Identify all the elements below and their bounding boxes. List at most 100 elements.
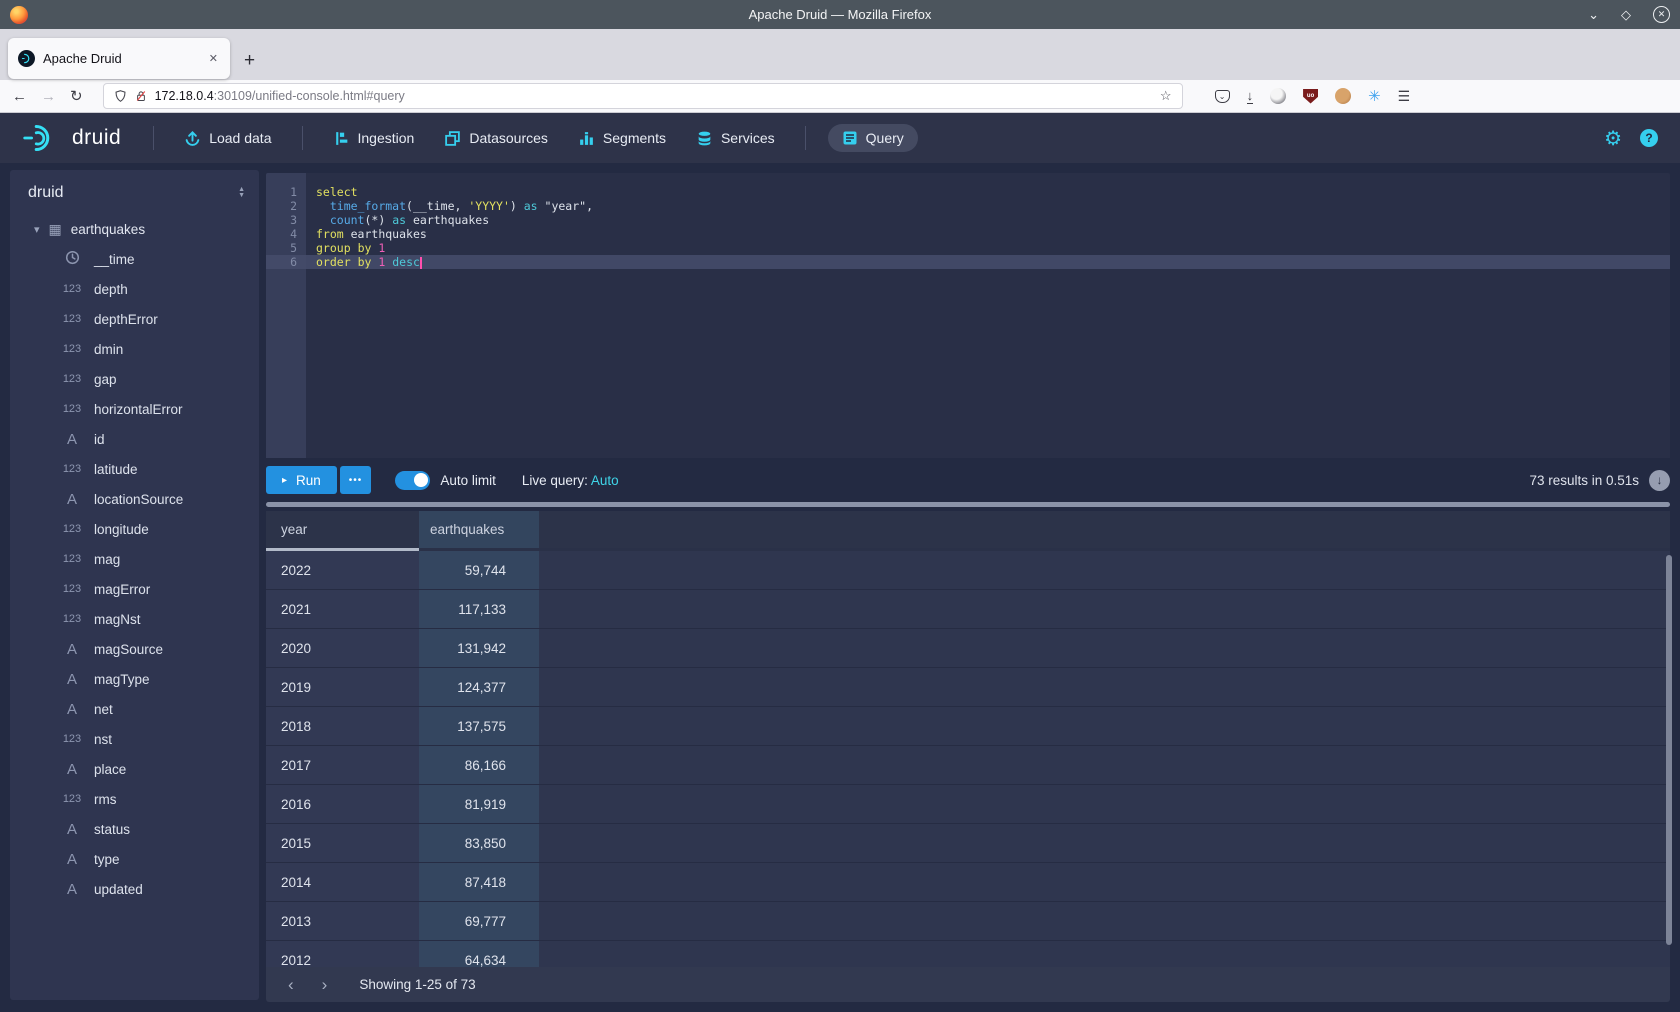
sidebar-column-magNst[interactable]: 123magNst <box>20 604 249 634</box>
chevron-down-icon[interactable]: ▾ <box>34 223 40 236</box>
cell-year[interactable]: 2018 <box>266 707 419 746</box>
datasource-earthquakes[interactable]: ▾ ▦ earthquakes <box>20 214 249 244</box>
sidebar-column-magType[interactable]: AmagType <box>20 664 249 694</box>
extension-spark-icon[interactable]: ✳ <box>1368 89 1381 104</box>
sidebar-column-place[interactable]: Aplace <box>20 754 249 784</box>
ublock-origin-icon[interactable]: uo <box>1303 89 1318 104</box>
bookmark-star-icon[interactable]: ☆ <box>1160 88 1172 104</box>
cell-year[interactable]: 2020 <box>266 629 419 668</box>
menu-hamburger-icon[interactable]: ☰ <box>1398 89 1411 103</box>
sidebar-column-latitude[interactable]: 123latitude <box>20 454 249 484</box>
schema-name: druid <box>28 184 238 202</box>
download-results-icon[interactable]: ↓ <box>1649 470 1670 491</box>
sql-editor[interactable]: 123456 select time_format(__time, 'YYYY'… <box>266 173 1670 458</box>
live-query-value[interactable]: Auto <box>591 473 619 488</box>
cell-year[interactable]: 2012 <box>266 941 419 967</box>
code-line-3[interactable]: count(*) as earthquakes <box>306 213 1670 227</box>
cell-earthquakes[interactable]: 87,418 <box>419 863 539 902</box>
cell-earthquakes[interactable]: 83,850 <box>419 824 539 863</box>
sidebar-column-locationSource[interactable]: AlocationSource <box>20 484 249 514</box>
sidebar-column-magError[interactable]: 123magError <box>20 574 249 604</box>
cell-year[interactable]: 2017 <box>266 746 419 785</box>
sidebar-column-nst[interactable]: 123nst <box>20 724 249 754</box>
sort-icon[interactable]: ▲▼ <box>238 187 245 199</box>
column-header-year[interactable]: year <box>266 511 419 551</box>
sidebar-column-dmin[interactable]: 123dmin <box>20 334 249 364</box>
cell-earthquakes[interactable]: 117,133 <box>419 590 539 629</box>
cell-year[interactable]: 2022 <box>266 551 419 590</box>
cell-earthquakes[interactable]: 137,575 <box>419 707 539 746</box>
horizontal-scrollbar[interactable] <box>266 502 1670 507</box>
new-tab-button[interactable]: + <box>244 50 255 72</box>
tracking-shield-icon[interactable] <box>114 89 127 103</box>
cell-earthquakes[interactable]: 69,777 <box>419 902 539 941</box>
code-line-5[interactable]: group by 1 <box>306 241 1670 255</box>
downloads-icon[interactable]: ↓ <box>1247 89 1254 104</box>
window-close-button[interactable]: ✕ <box>1653 6 1670 23</box>
window-maximize-button[interactable]: ◇ <box>1621 7 1631 23</box>
sidebar-column-mag[interactable]: 123mag <box>20 544 249 574</box>
column-header-filler <box>539 511 1670 551</box>
run-more-button[interactable]: ••• <box>340 466 372 494</box>
cell-year[interactable]: 2014 <box>266 863 419 902</box>
settings-gear-icon[interactable]: ⚙ <box>1604 126 1622 151</box>
url-text[interactable]: 172.18.0.4:30109/unified-console.html#qu… <box>155 89 1152 103</box>
cell-earthquakes[interactable]: 81,919 <box>419 785 539 824</box>
nav-ingestion[interactable]: Ingestion <box>325 124 423 153</box>
cell-year[interactable]: 2016 <box>266 785 419 824</box>
code-line-2[interactable]: time_format(__time, 'YYYY') as "year", <box>306 199 1670 213</box>
url-host: 172.18.0.4 <box>155 89 214 103</box>
tab-close-icon[interactable]: ✕ <box>205 50 222 67</box>
cell-earthquakes[interactable]: 131,942 <box>419 629 539 668</box>
cookie-extension-icon[interactable] <box>1335 88 1351 104</box>
sidebar-column-__time[interactable]: __time <box>20 244 249 274</box>
vertical-scrollbar[interactable] <box>1666 555 1672 945</box>
sidebar-column-depth[interactable]: 123depth <box>20 274 249 304</box>
live-query-label[interactable]: Live query: Auto <box>522 473 619 488</box>
cell-year[interactable]: 2021 <box>266 590 419 629</box>
address-bar[interactable]: 172.18.0.4:30109/unified-console.html#qu… <box>103 83 1183 109</box>
sidebar-column-type[interactable]: Atype <box>20 844 249 874</box>
nav-datasources[interactable]: Datasources <box>436 124 556 153</box>
prev-page-icon[interactable]: ‹ <box>278 975 304 995</box>
editor-code[interactable]: select time_format(__time, 'YYYY') as "y… <box>306 173 1670 458</box>
sidebar-column-net[interactable]: Anet <box>20 694 249 724</box>
code-line-6[interactable]: order by 1 desc <box>306 255 1670 269</box>
code-line-1[interactable]: select <box>306 185 1670 199</box>
sidebar-column-rms[interactable]: 123rms <box>20 784 249 814</box>
code-line-4[interactable]: from earthquakes <box>306 227 1670 241</box>
cell-earthquakes[interactable]: 59,744 <box>419 551 539 590</box>
help-icon[interactable]: ? <box>1640 129 1658 147</box>
run-button[interactable]: ▸ Run <box>266 466 337 494</box>
sidebar-column-status[interactable]: Astatus <box>20 814 249 844</box>
sidebar-column-gap[interactable]: 123gap <box>20 364 249 394</box>
cell-year[interactable]: 2015 <box>266 824 419 863</box>
run-toolbar: ▸ Run ••• Auto limit Live query: Auto 73… <box>266 458 1670 502</box>
window-minimize-button[interactable]: ⌄ <box>1588 7 1599 23</box>
nav-query-active[interactable]: Query <box>828 124 918 152</box>
cell-year[interactable]: 2019 <box>266 668 419 707</box>
nav-load-data[interactable]: Load data <box>176 124 279 153</box>
insecure-lock-icon[interactable] <box>135 89 147 103</box>
nav-services[interactable]: Services <box>688 124 783 153</box>
pocket-icon[interactable]: ⌄ <box>1215 90 1230 103</box>
sidebar-column-id[interactable]: Aid <box>20 424 249 454</box>
cell-earthquakes[interactable]: 64,634 <box>419 941 539 967</box>
auto-limit-toggle[interactable] <box>395 471 430 490</box>
cell-earthquakes[interactable]: 124,377 <box>419 668 539 707</box>
back-button[interactable]: ← <box>12 88 27 105</box>
sidebar-column-horizontalError[interactable]: 123horizontalError <box>20 394 249 424</box>
reload-button[interactable]: ↻ <box>70 87 83 105</box>
sidebar-column-updated[interactable]: Aupdated <box>20 874 249 904</box>
nav-segments[interactable]: Segments <box>570 124 674 153</box>
druid-brand[interactable]: druid <box>22 123 121 153</box>
cell-year[interactable]: 2013 <box>266 902 419 941</box>
sidebar-column-magSource[interactable]: AmagSource <box>20 634 249 664</box>
column-header-earthquakes[interactable]: earthquakes <box>419 511 539 551</box>
extension-badger-icon[interactable] <box>1270 88 1286 104</box>
next-page-icon[interactable]: › <box>312 975 338 995</box>
cell-earthquakes[interactable]: 86,166 <box>419 746 539 785</box>
sidebar-column-longitude[interactable]: 123longitude <box>20 514 249 544</box>
browser-tab-apache-druid[interactable]: Apache Druid ✕ <box>8 38 230 79</box>
sidebar-column-depthError[interactable]: 123depthError <box>20 304 249 334</box>
